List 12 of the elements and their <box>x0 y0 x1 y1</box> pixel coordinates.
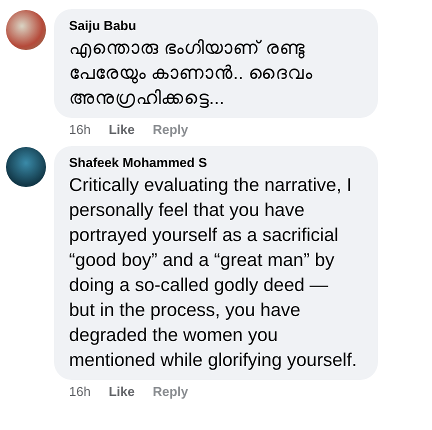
timestamp[interactable]: 16h <box>69 122 91 138</box>
like-button[interactable]: Like <box>108 122 135 138</box>
avatar-photo[interactable] <box>6 10 46 50</box>
reply-button[interactable]: Reply <box>152 122 188 138</box>
author-name[interactable]: Saiju Babu <box>69 17 364 35</box>
like-button[interactable]: Like <box>108 384 135 400</box>
author-name[interactable]: Shafeek Mohammed S <box>69 154 364 172</box>
comment-text: എന്തൊരു ഭംഗിയാണ് രണ്ടു പേരേയും കാണാൻ.. ദൈവം അനുഗ്രഹിക്കട്ടെ... <box>69 36 314 110</box>
avatar-photo[interactable] <box>6 147 46 187</box>
timestamp[interactable]: 16h <box>69 384 91 400</box>
comment-text: Critically evaluating the narrative, I personally feel that you have portrayed yourself as a sacrificial “good boy” and a “great man” by doing a so-called godly deed — but in the process, you have degraded the women you mentioned while glorifying yourself. <box>69 173 358 372</box>
reply-button[interactable]: Reply <box>152 384 188 400</box>
